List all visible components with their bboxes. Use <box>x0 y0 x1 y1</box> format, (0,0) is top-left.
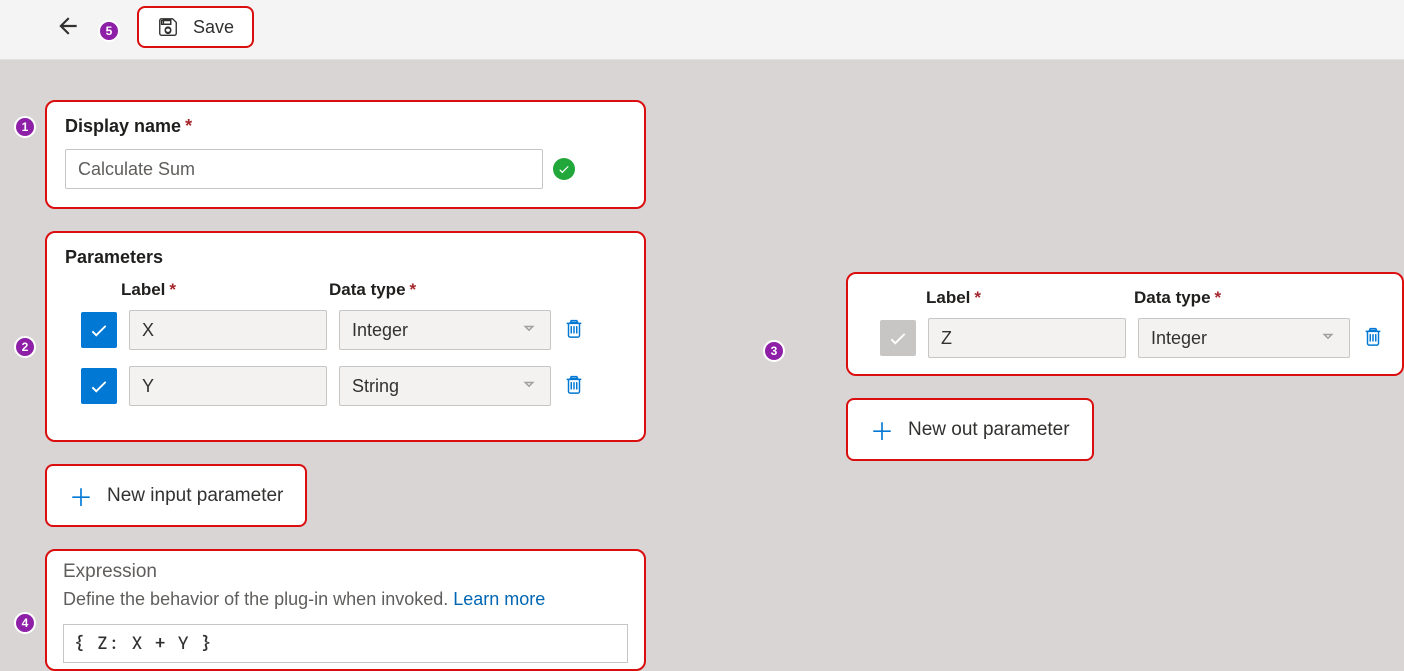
callout-badge-3: 3 <box>763 340 785 362</box>
out-param-headers: Label* Data type* <box>866 288 1384 308</box>
trash-icon[interactable] <box>1362 325 1384 352</box>
param-type-select[interactable]: Integer <box>339 310 551 350</box>
input-param-headers: Label* Data type* <box>65 280 626 300</box>
plus-icon: ＋ <box>69 478 93 513</box>
save-icon <box>157 16 179 38</box>
callout-badge-2: 2 <box>14 336 36 358</box>
expression-panel: Expression Define the behavior of the pl… <box>45 549 646 671</box>
chevron-down-icon <box>520 319 538 342</box>
param-label-input[interactable] <box>129 366 327 406</box>
display-name-input[interactable] <box>65 149 543 189</box>
trash-icon[interactable] <box>563 373 585 400</box>
new-out-parameter-button[interactable]: ＋ New out parameter <box>846 398 1094 461</box>
trash-icon[interactable] <box>563 317 585 344</box>
new-input-parameter-button[interactable]: ＋ New input parameter <box>45 464 307 527</box>
parameters-panel: Parameters Label* Data type* Integer <box>45 231 646 442</box>
param-type-select[interactable]: Integer <box>1138 318 1350 358</box>
param-label-input[interactable] <box>928 318 1126 358</box>
out-param-row: Integer <box>866 318 1384 358</box>
callout-badge-5: 5 <box>98 20 120 42</box>
param-label-input[interactable] <box>129 310 327 350</box>
learn-more-link[interactable]: Learn more <box>453 589 545 609</box>
chevron-down-icon <box>1319 327 1337 350</box>
chevron-down-icon <box>520 375 538 398</box>
header-type: Data type* <box>1134 288 1221 308</box>
param-checkbox[interactable] <box>880 320 916 356</box>
plus-icon: ＋ <box>870 412 894 447</box>
expression-title: Expression <box>63 561 628 583</box>
header-type: Data type* <box>329 280 416 300</box>
param-checkbox[interactable] <box>81 312 117 348</box>
callout-badge-4: 4 <box>14 612 36 634</box>
check-circle-icon <box>553 158 575 180</box>
out-parameters-panel: Label* Data type* Integer <box>846 272 1404 376</box>
callout-badge-1: 1 <box>14 116 36 138</box>
param-checkbox[interactable] <box>81 368 117 404</box>
back-arrow-icon[interactable] <box>55 13 81 46</box>
header-label: Label* <box>121 280 329 300</box>
expression-description: Define the behavior of the plug-in when … <box>63 589 628 610</box>
save-label: Save <box>193 17 234 38</box>
save-button[interactable]: Save <box>137 6 254 48</box>
header-label: Label* <box>926 288 1134 308</box>
param-type-select[interactable]: String <box>339 366 551 406</box>
display-name-panel: Display name* <box>45 100 646 209</box>
input-param-row: String <box>65 366 626 406</box>
expression-code-input[interactable]: { Z: X + Y } <box>63 624 628 663</box>
parameters-title: Parameters <box>65 247 626 268</box>
input-param-row: Integer <box>65 310 626 350</box>
display-name-label: Display name* <box>65 116 626 137</box>
required-asterisk: * <box>185 116 192 136</box>
